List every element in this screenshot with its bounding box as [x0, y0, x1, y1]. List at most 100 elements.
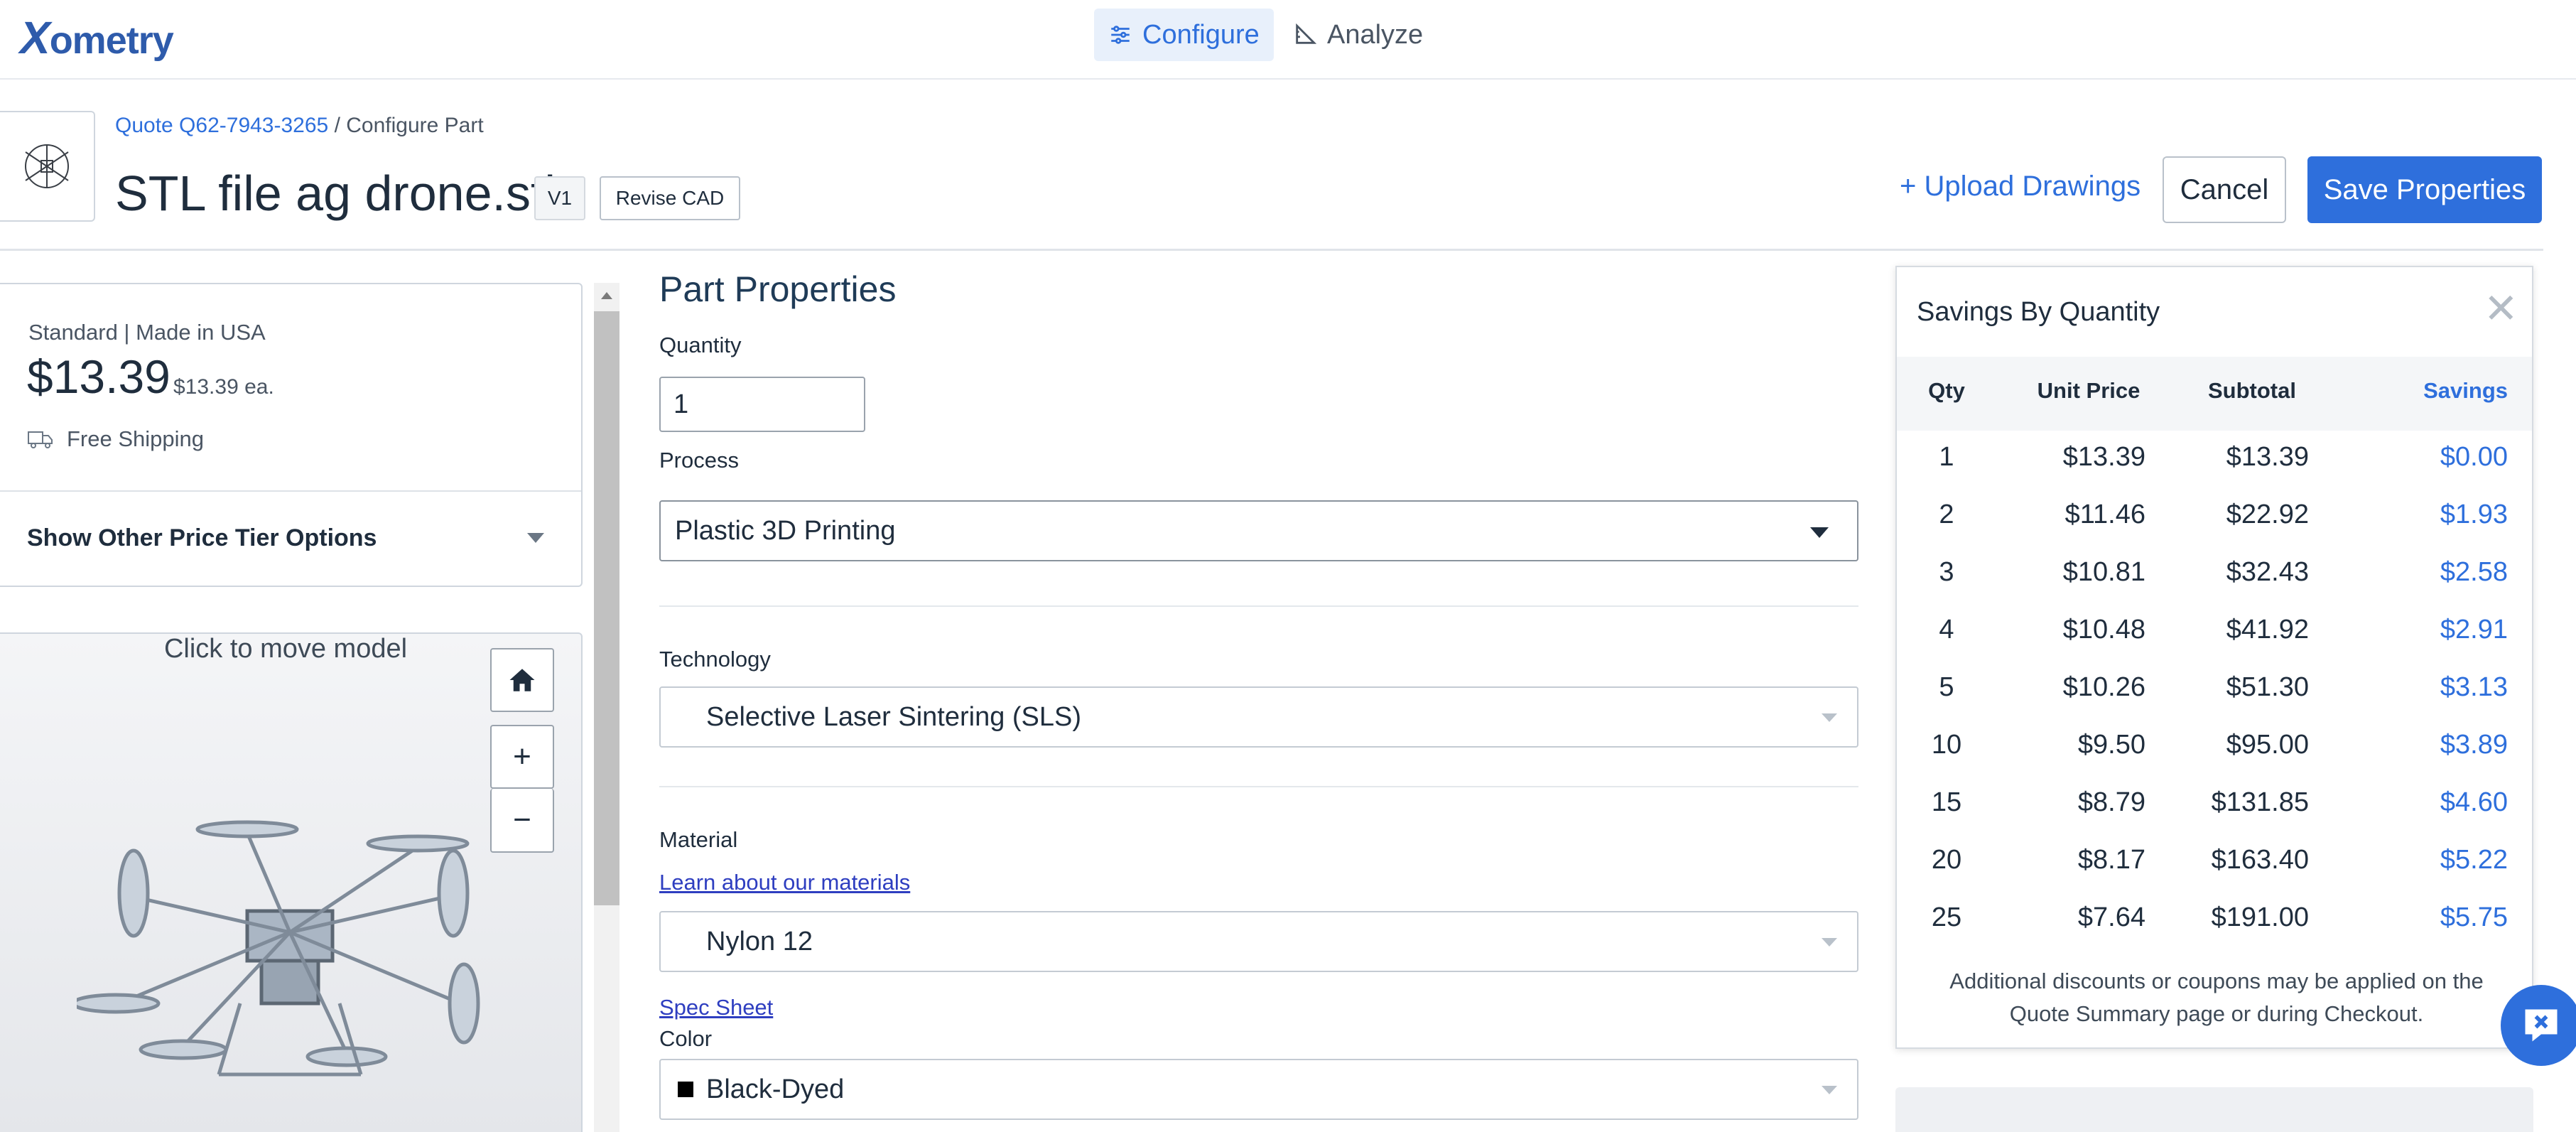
viewer-hint: Click to move model: [163, 634, 408, 664]
savings-cell-savings: $0.00: [2440, 442, 2508, 472]
chevron-down-icon: [1822, 938, 1837, 947]
savings-cell-unit: $10.26: [2062, 672, 2145, 702]
savings-cell-qty: 25: [1931, 902, 1962, 932]
technology-value: Selective Laser Sintering (SLS): [706, 701, 1082, 732]
quote-link[interactable]: Quote Q62-7943-3265: [115, 114, 328, 137]
chat-button[interactable]: [2501, 985, 2576, 1066]
savings-cell-unit: $9.50: [2077, 730, 2145, 760]
price-card: Standard | Made in USA $13.39 $13.39 ea.…: [0, 283, 583, 587]
savings-cell-qty: 4: [1939, 615, 1954, 645]
savings-cell-qty: 5: [1939, 672, 1954, 702]
savings-cell-qty: 20: [1931, 845, 1962, 875]
page-title: STL file ag drone.stl: [115, 166, 556, 221]
chevron-down-icon: [1822, 713, 1837, 722]
chevron-down-icon: [1822, 1086, 1837, 1094]
part-properties-title: Part Properties: [659, 269, 897, 309]
color-label: Color: [659, 1026, 713, 1051]
savings-cell-unit: $8.17: [2077, 845, 2145, 875]
savings-cell-savings: $5.22: [2440, 845, 2508, 875]
savings-cell-subtotal: $13.39: [2226, 442, 2309, 472]
logo-x: X: [20, 12, 50, 63]
scroll-up-button[interactable]: [594, 283, 619, 308]
savings-cell-qty: 2: [1939, 500, 1954, 529]
placeholder-card: [1895, 1087, 2533, 1132]
truck-icon: [28, 431, 53, 448]
price-tier-label: Standard | Made in USA: [28, 320, 266, 345]
quantity-label: Quantity: [659, 333, 742, 357]
savings-cell-qty: 10: [1931, 730, 1962, 760]
process-select[interactable]: Plastic 3D Printing: [659, 500, 1858, 561]
cancel-button[interactable]: Cancel: [2163, 156, 2286, 223]
save-properties-button[interactable]: Save Properties: [2307, 156, 2542, 223]
savings-cell-unit: $10.48: [2062, 615, 2145, 645]
material-select[interactable]: Nylon 12: [659, 911, 1858, 972]
header-divider: [0, 249, 2543, 251]
tab-configure[interactable]: Configure: [1094, 9, 1274, 61]
technology-label: Technology: [659, 647, 771, 672]
triangle-ruler-icon: [1296, 23, 1317, 44]
savings-cell-savings: $3.89: [2440, 730, 2508, 760]
unit-price: $13.39 ea.: [173, 375, 274, 399]
chat-icon: [2525, 1009, 2558, 1042]
quantity-input[interactable]: 1: [659, 377, 865, 432]
header-savings: Savings: [2423, 378, 2508, 403]
version-badge: V1: [534, 176, 585, 220]
price-tier-options-toggle[interactable]: Show Other Price Tier Options: [27, 524, 377, 552]
model-viewer[interactable]: Click to move model + −: [0, 632, 583, 1132]
savings-cell-subtotal: $22.92: [2226, 500, 2309, 529]
tab-analyze-label: Analyze: [1327, 19, 1424, 50]
scrollbar-thumb[interactable]: [594, 311, 619, 905]
breadcrumb-separator: /: [328, 114, 347, 137]
breadcrumb: Quote Q62-7943-3265 / Configure Part: [115, 114, 484, 138]
chevron-down-icon[interactable]: [527, 533, 544, 543]
savings-table-header: Qty Unit Price Subtotal Savings: [1897, 357, 2532, 431]
savings-cell-savings: $2.58: [2440, 557, 2508, 587]
caret-up-icon: [601, 292, 612, 299]
spec-sheet-link[interactable]: Spec Sheet: [659, 995, 773, 1020]
drone-thumbnail-icon: [25, 144, 69, 188]
savings-cell-qty: 1: [1939, 442, 1954, 472]
savings-cell-savings: $3.13: [2440, 672, 2508, 702]
color-swatch: [678, 1082, 693, 1097]
revise-cad-button[interactable]: Revise CAD: [600, 176, 740, 220]
color-select[interactable]: Black-Dyed: [659, 1059, 1858, 1120]
savings-cell-subtotal: $51.30: [2226, 672, 2309, 702]
savings-cell-savings: $4.60: [2440, 787, 2508, 817]
process-label: Process: [659, 448, 739, 473]
chevron-down-icon: [1810, 527, 1829, 538]
header-subtotal: Subtotal: [2208, 378, 2296, 403]
drone-model: [77, 820, 480, 1077]
home-icon: [509, 669, 535, 691]
learn-materials-link[interactable]: Learn about our materials: [659, 870, 910, 895]
savings-cell-unit: $8.79: [2077, 787, 2145, 817]
process-value: Plastic 3D Printing: [675, 515, 896, 546]
savings-cell-unit: $7.64: [2077, 902, 2145, 932]
savings-cell-qty: 3: [1939, 557, 1954, 587]
section-divider: [659, 605, 1858, 607]
savings-cell-unit: $13.39: [2062, 442, 2145, 472]
shipping-info: Free Shipping: [27, 426, 204, 452]
tab-analyze[interactable]: Analyze: [1279, 9, 1437, 61]
part-thumbnail[interactable]: [0, 111, 95, 222]
material-value: Nylon 12: [706, 926, 813, 956]
savings-cell-unit: $10.81: [2062, 557, 2145, 587]
breadcrumb-current: Configure Part: [346, 114, 484, 137]
savings-title: Savings By Quantity: [1917, 297, 2160, 327]
upload-drawings-link[interactable]: + Upload Drawings: [1900, 171, 2141, 203]
material-label: Material: [659, 827, 738, 852]
savings-cell-savings: $2.91: [2440, 615, 2508, 645]
tab-configure-label: Configure: [1142, 19, 1260, 50]
header-unit-price: Unit Price: [2037, 378, 2141, 403]
total-price: $13.39: [27, 350, 171, 403]
header-qty: Qty: [1928, 378, 1965, 403]
sliders-icon: [1111, 26, 1130, 44]
technology-select[interactable]: Selective Laser Sintering (SLS): [659, 686, 1858, 748]
savings-cell-subtotal: $41.92: [2226, 615, 2309, 645]
xometry-logo[interactable]: Xometry: [20, 11, 174, 64]
savings-cell-subtotal: $32.43: [2226, 557, 2309, 587]
home-view-button[interactable]: [490, 648, 554, 712]
close-icon[interactable]: ✕: [2484, 289, 2518, 330]
savings-note: Additional discounts or coupons may be a…: [1949, 969, 2484, 1026]
zoom-in-button[interactable]: +: [490, 725, 554, 789]
savings-cell-qty: 15: [1931, 787, 1962, 817]
